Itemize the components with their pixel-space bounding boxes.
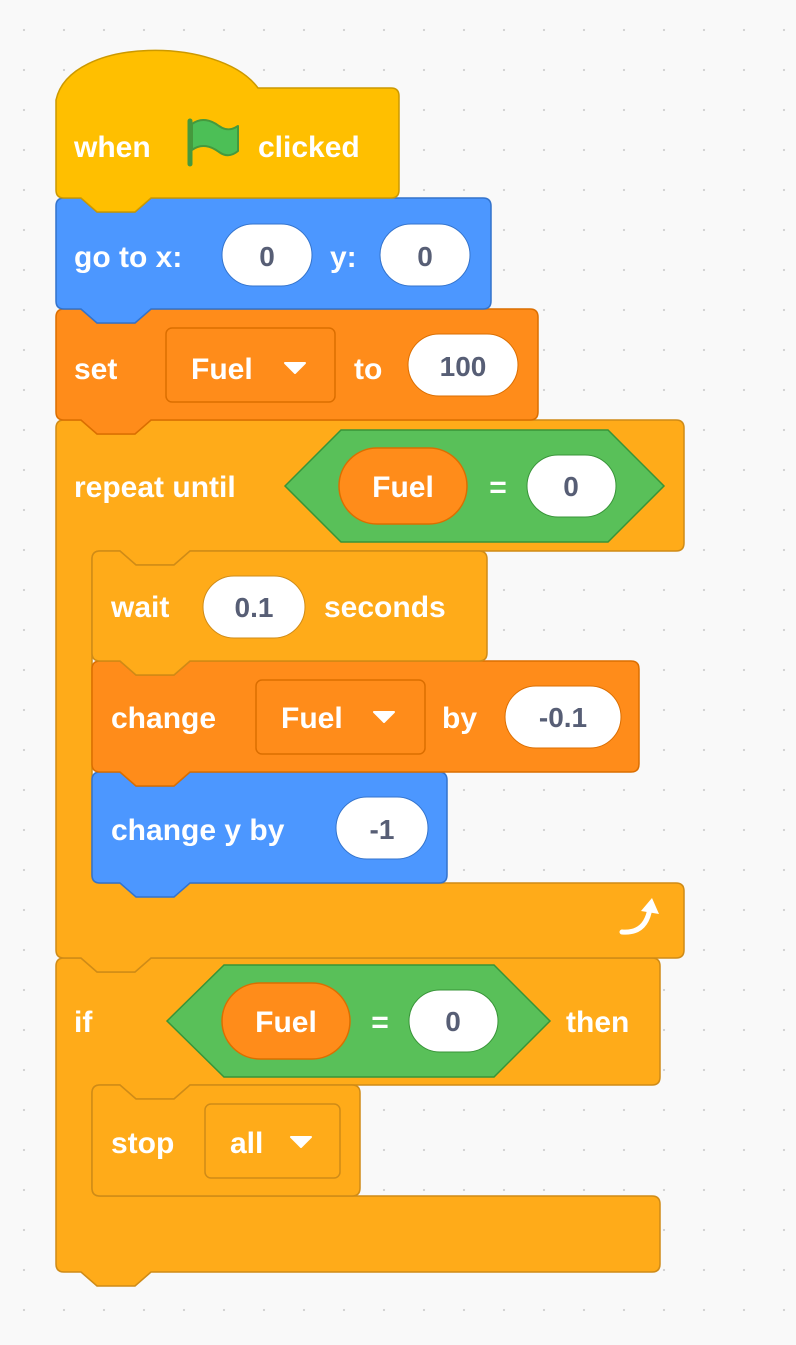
by-label: by	[442, 702, 477, 735]
change-variable-value: -0.1	[539, 702, 587, 733]
set-variable-block[interactable]: set Fuel to 100	[55, 308, 539, 435]
stop-label: stop	[111, 1127, 174, 1160]
clicked-label: clicked	[258, 131, 360, 164]
stop-option-value: all	[230, 1127, 263, 1160]
repeat-compare-value: 0	[563, 471, 579, 502]
if-label: if	[74, 1006, 93, 1039]
change-label: change	[111, 702, 216, 735]
change-y-label: change y by	[111, 814, 285, 847]
y-label: y:	[330, 241, 357, 274]
seconds-label: seconds	[324, 591, 446, 624]
set-variable-name: Fuel	[191, 353, 253, 386]
wait-label: wait	[110, 591, 169, 624]
change-y-value: -1	[370, 814, 395, 845]
stop-option-dropdown[interactable]	[204, 1103, 341, 1179]
go-to-xy-block[interactable]: go to x: 0 y: 0	[55, 197, 492, 324]
set-label: set	[74, 353, 117, 386]
set-value: 100	[440, 351, 487, 382]
x-value: 0	[259, 241, 275, 272]
wait-seconds-value: 0.1	[235, 592, 274, 623]
repeat-fuel-label: Fuel	[372, 471, 434, 504]
change-variable-block[interactable]: change Fuel by -0.1	[91, 660, 640, 787]
y-value: 0	[417, 241, 433, 272]
to-label: to	[354, 353, 382, 386]
go-to-x-label: go to x:	[74, 241, 182, 274]
repeat-until-label: repeat until	[74, 471, 236, 504]
wait-block[interactable]: wait 0.1 seconds	[91, 550, 488, 676]
when-flag-clicked-hat-block[interactable]: when clicked	[55, 49, 400, 213]
stop-block[interactable]: stop all	[91, 1084, 361, 1197]
repeat-equals-operator: =	[489, 471, 507, 504]
if-compare-value: 0	[445, 1006, 461, 1037]
if-equals-operator: =	[371, 1006, 389, 1039]
if-fuel-label: Fuel	[255, 1006, 317, 1039]
then-label: then	[566, 1006, 629, 1039]
change-variable-name: Fuel	[281, 702, 343, 735]
code-canvas: if Fuel = 0 then stop all repeat until F…	[55, 49, 685, 1287]
when-label: when	[73, 131, 151, 164]
change-y-block[interactable]: change y by -1	[91, 771, 448, 898]
